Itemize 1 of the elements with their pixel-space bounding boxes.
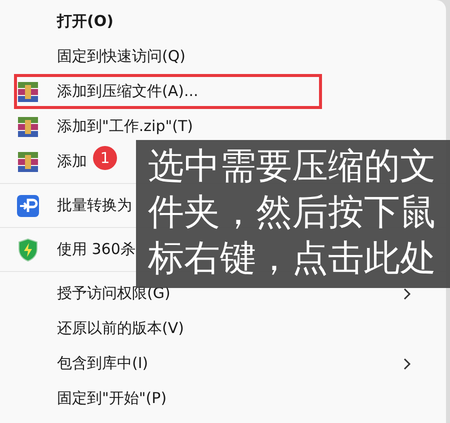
instruction-tooltip: 选中需要压缩的文件夹，然后按下鼠标右键，点击此处 <box>136 140 450 288</box>
